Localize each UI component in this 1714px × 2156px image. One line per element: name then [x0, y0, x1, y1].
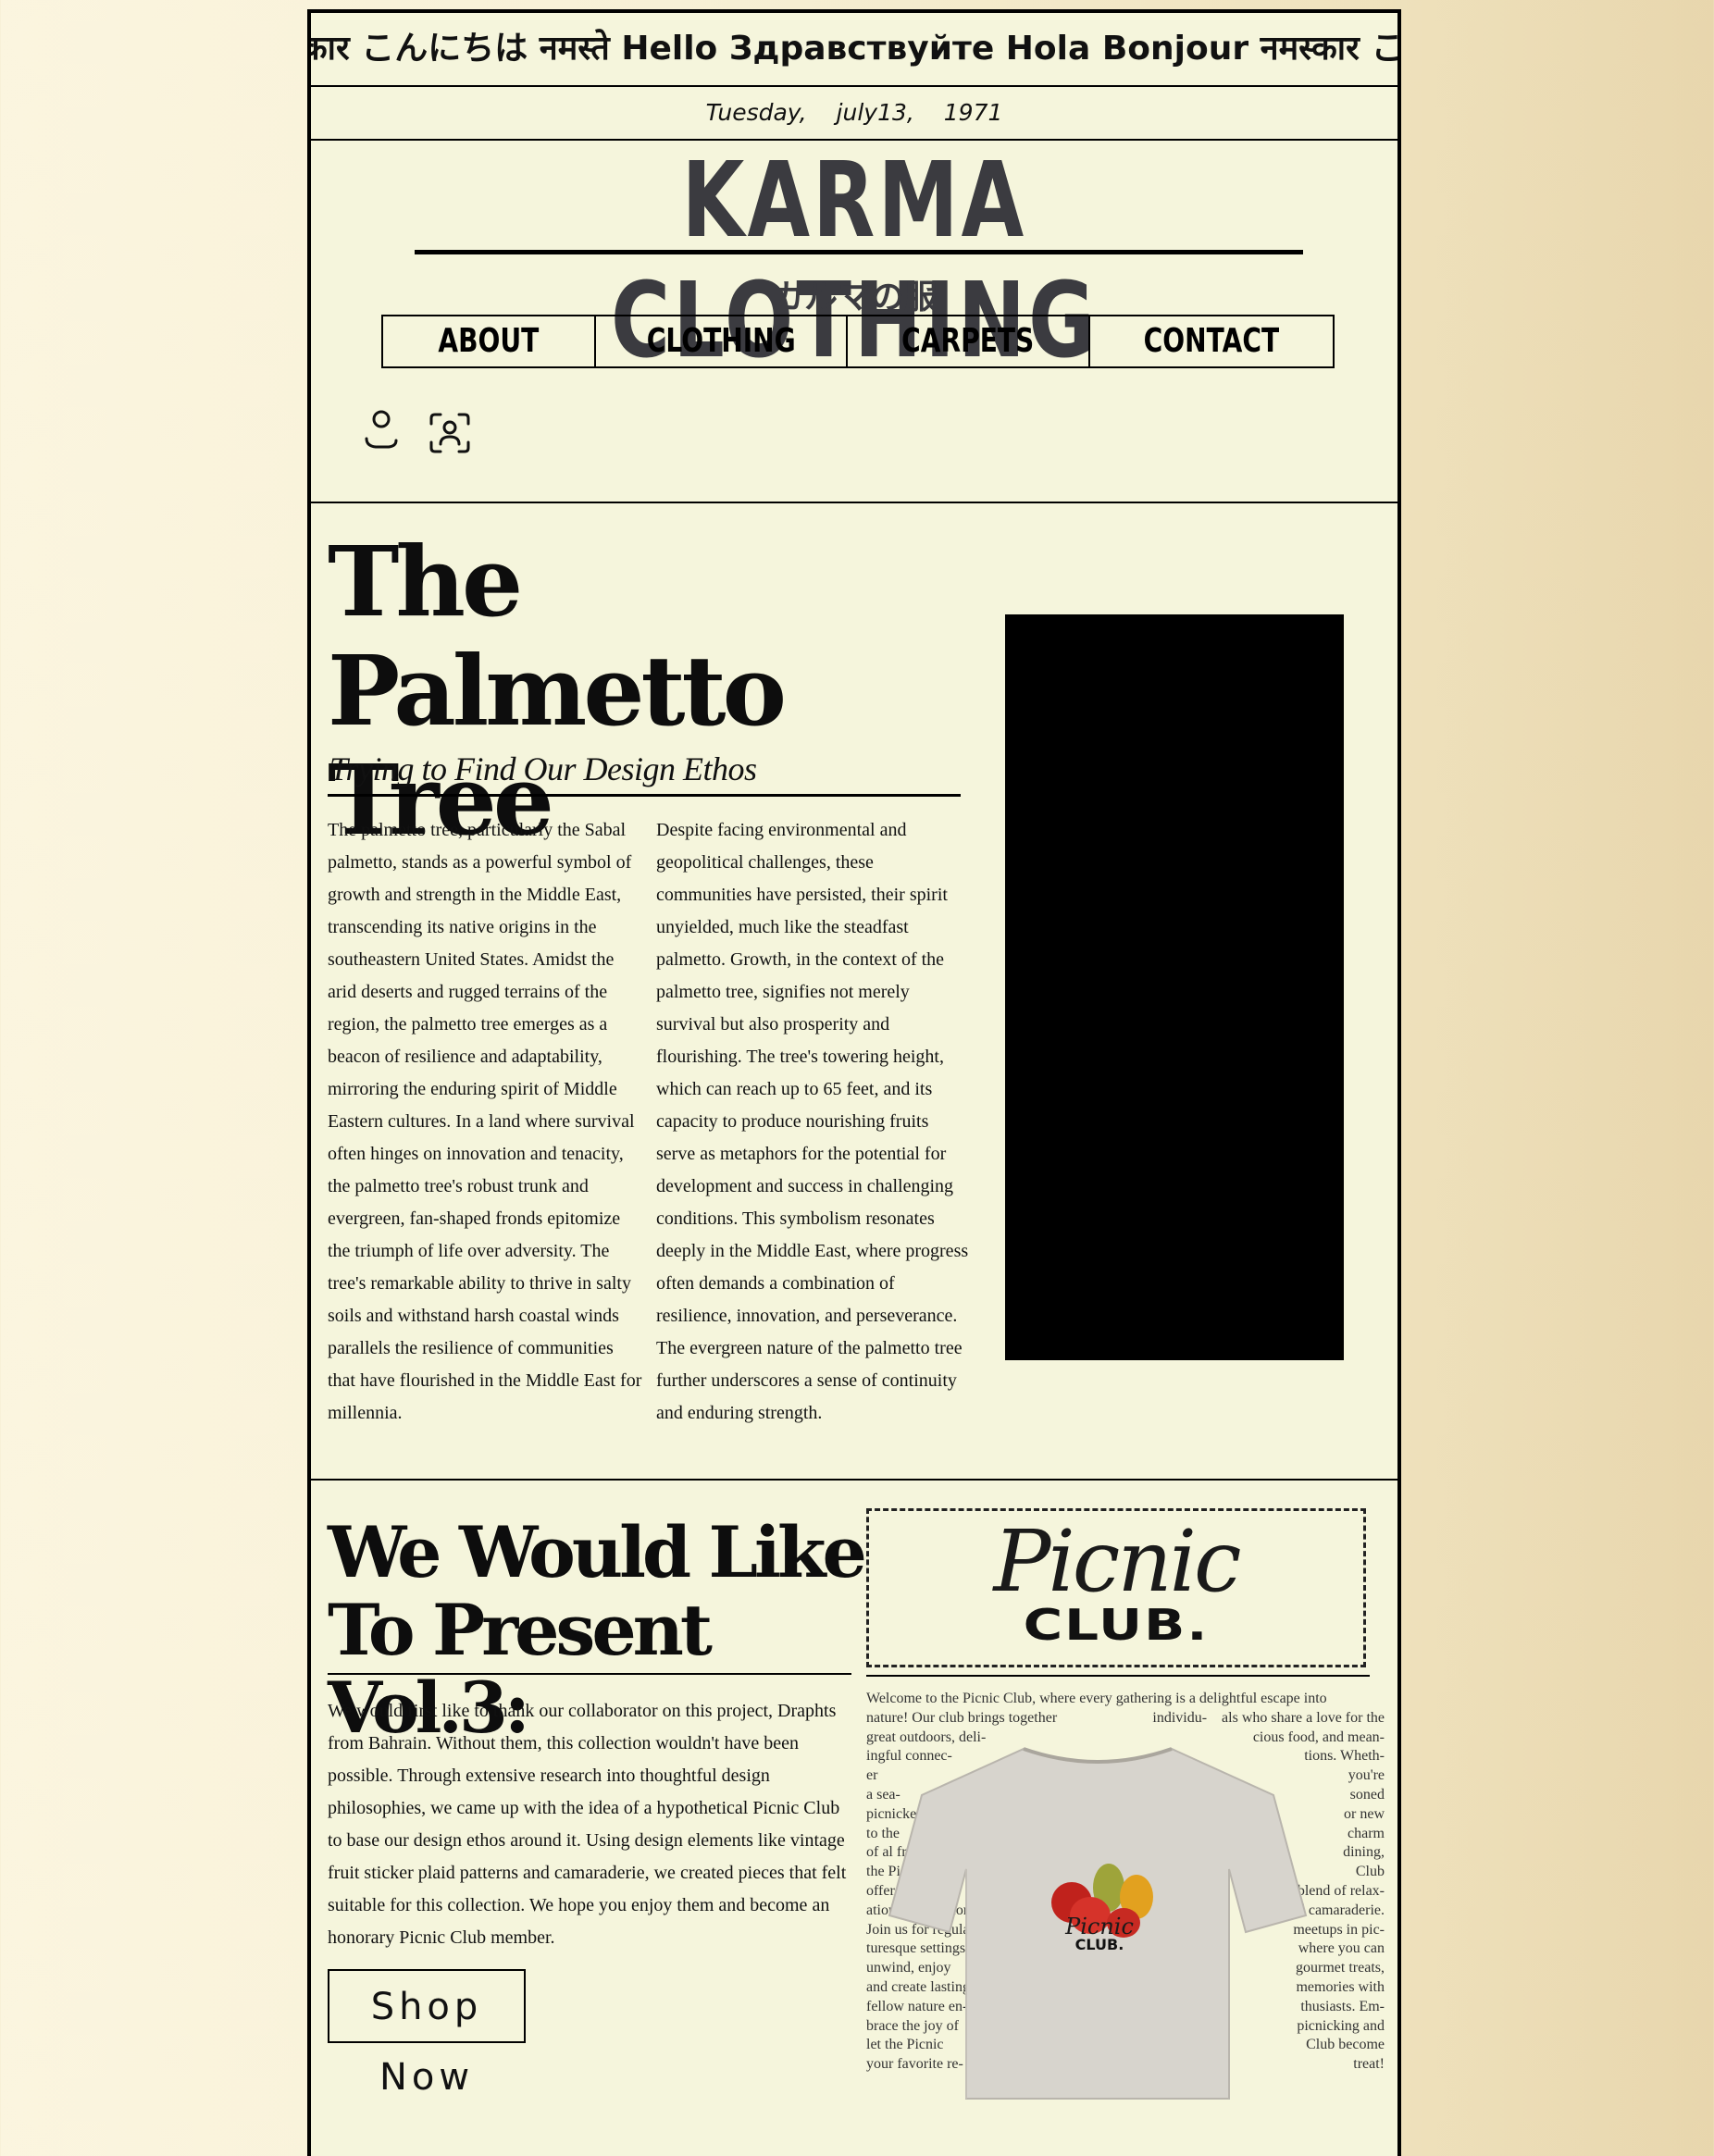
nav-contact[interactable]: CONTACT — [1090, 316, 1333, 366]
nav-clothing[interactable]: CLOTHING — [596, 316, 848, 366]
nav-carpets[interactable]: CARPETS — [848, 316, 1090, 366]
shirt-print-club: CLUB. — [1075, 1936, 1124, 1953]
description-line: individu- als who share a love for the — [1152, 1709, 1385, 1726]
shop-now-button[interactable]: Shop Now — [328, 1969, 526, 2099]
picnic-club-logo: Picnic CLUB. — [866, 1508, 1366, 1667]
ticker-text: कार こんにちは नमस्ते Hello Здравствуйте Hola… — [311, 30, 1397, 68]
greeting-ticker: कार こんにちは नमस्ते Hello Здравствуйте Hola… — [311, 13, 1397, 87]
article-image — [1005, 614, 1344, 1360]
section-divider — [311, 1479, 1397, 1481]
page: कार こんにちは नमस्ते Hello Здравствуйте Hola… — [307, 9, 1401, 2156]
brand-subtitle: カルマの服 — [770, 279, 938, 316]
nav-about[interactable]: ABOUT — [383, 316, 596, 366]
tshirt-product-image[interactable]: Picnic CLUB. — [885, 1730, 1310, 2105]
user-icon[interactable] — [363, 407, 400, 454]
subtitle-divider — [328, 794, 961, 797]
brand-divider — [415, 250, 1303, 254]
article-column-1: The palmetto tree, particularly the Saba… — [328, 820, 642, 1423]
article-subtitle: Trying to Find Our Design Ethos — [329, 750, 757, 787]
logo-divider — [866, 1675, 1370, 1677]
logo-script-text: Picnic — [993, 1512, 1241, 1611]
date-line: Tuesday, july13, 1971 — [311, 87, 1397, 141]
section-divider — [311, 502, 1397, 503]
collection-title-divider — [328, 1673, 851, 1675]
collection-intro: We would first like to thank our collabo… — [328, 1701, 847, 1948]
article-column-2: Despite facing environmental and geopoli… — [656, 820, 969, 1423]
article-title: The Palmetto Tree — [328, 525, 787, 857]
main-nav: ABOUT CLOTHING CARPETS CONTACT — [381, 315, 1335, 368]
logo-club-text: CLUB. — [1023, 1599, 1210, 1651]
face-scan-icon[interactable] — [428, 411, 472, 460]
description-line — [1051, 1690, 1385, 1709]
